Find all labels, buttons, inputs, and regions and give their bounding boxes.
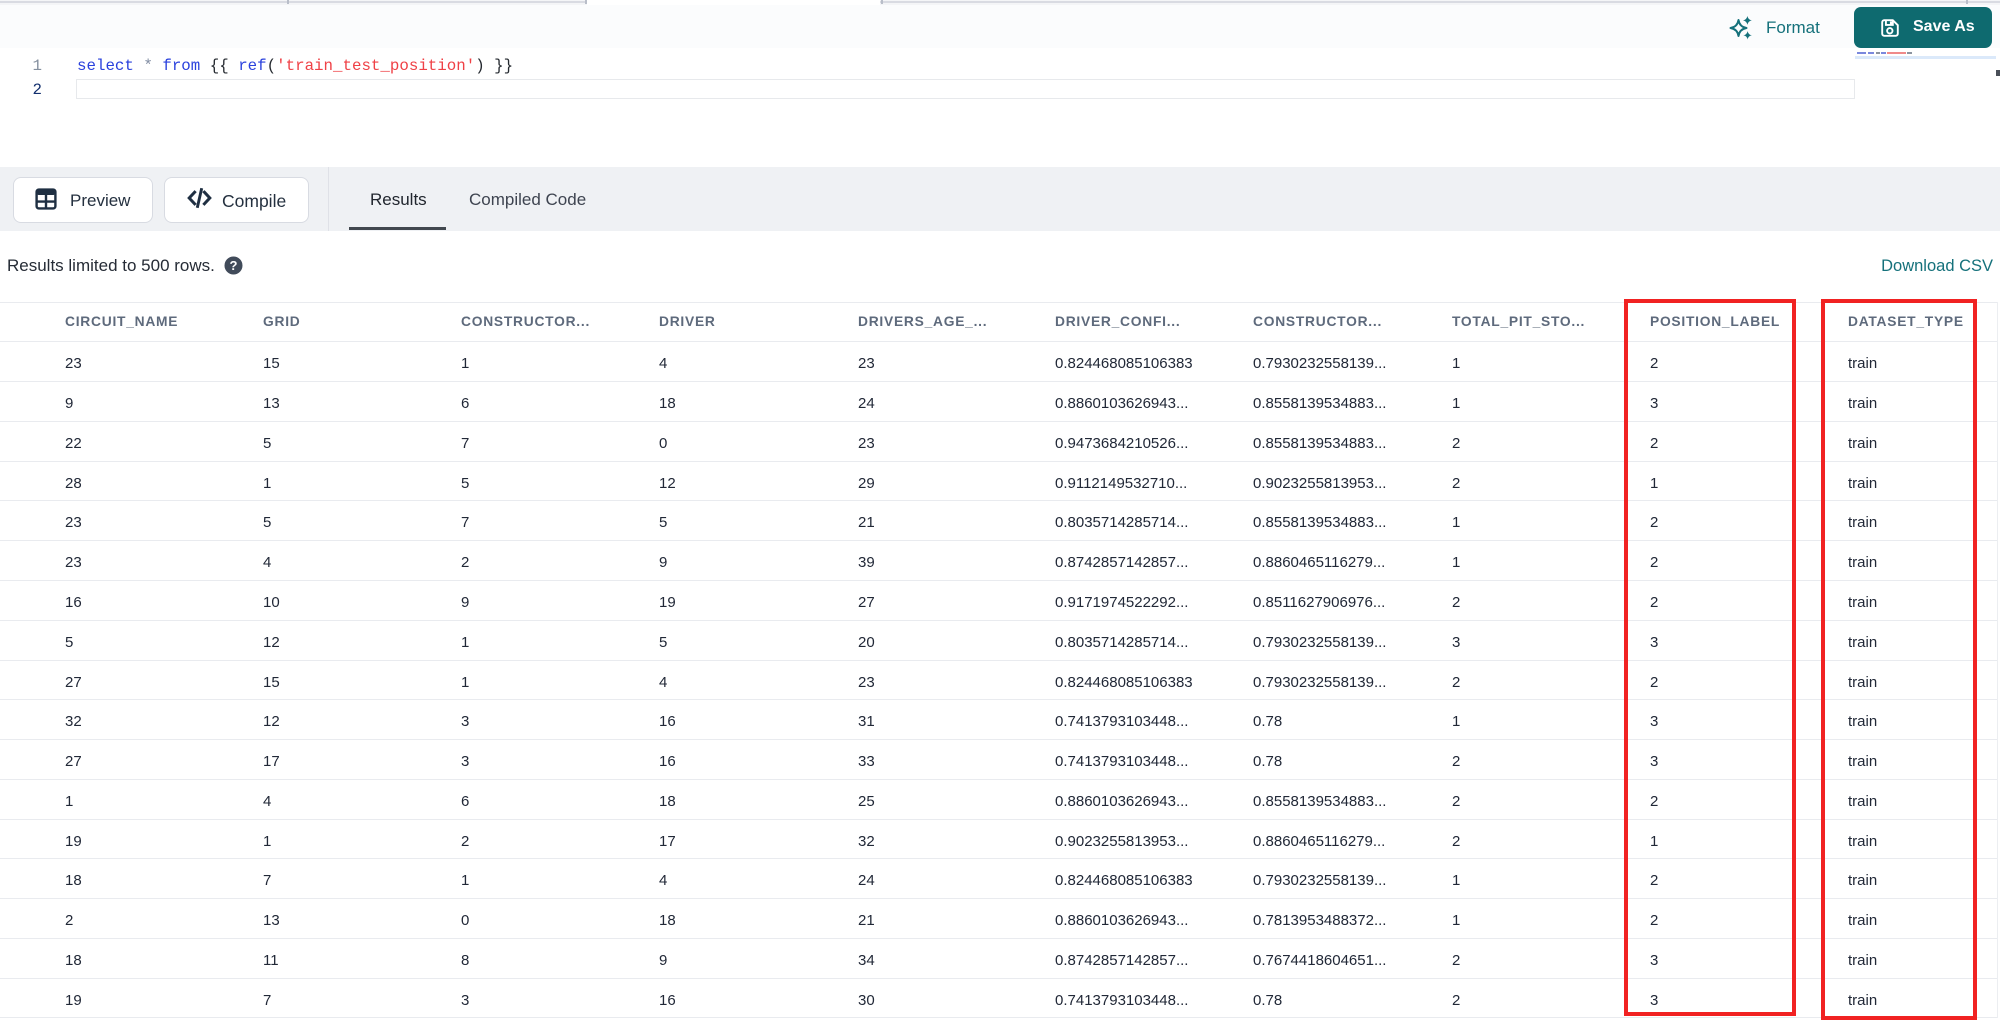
svg-text:?: ? xyxy=(230,258,238,273)
